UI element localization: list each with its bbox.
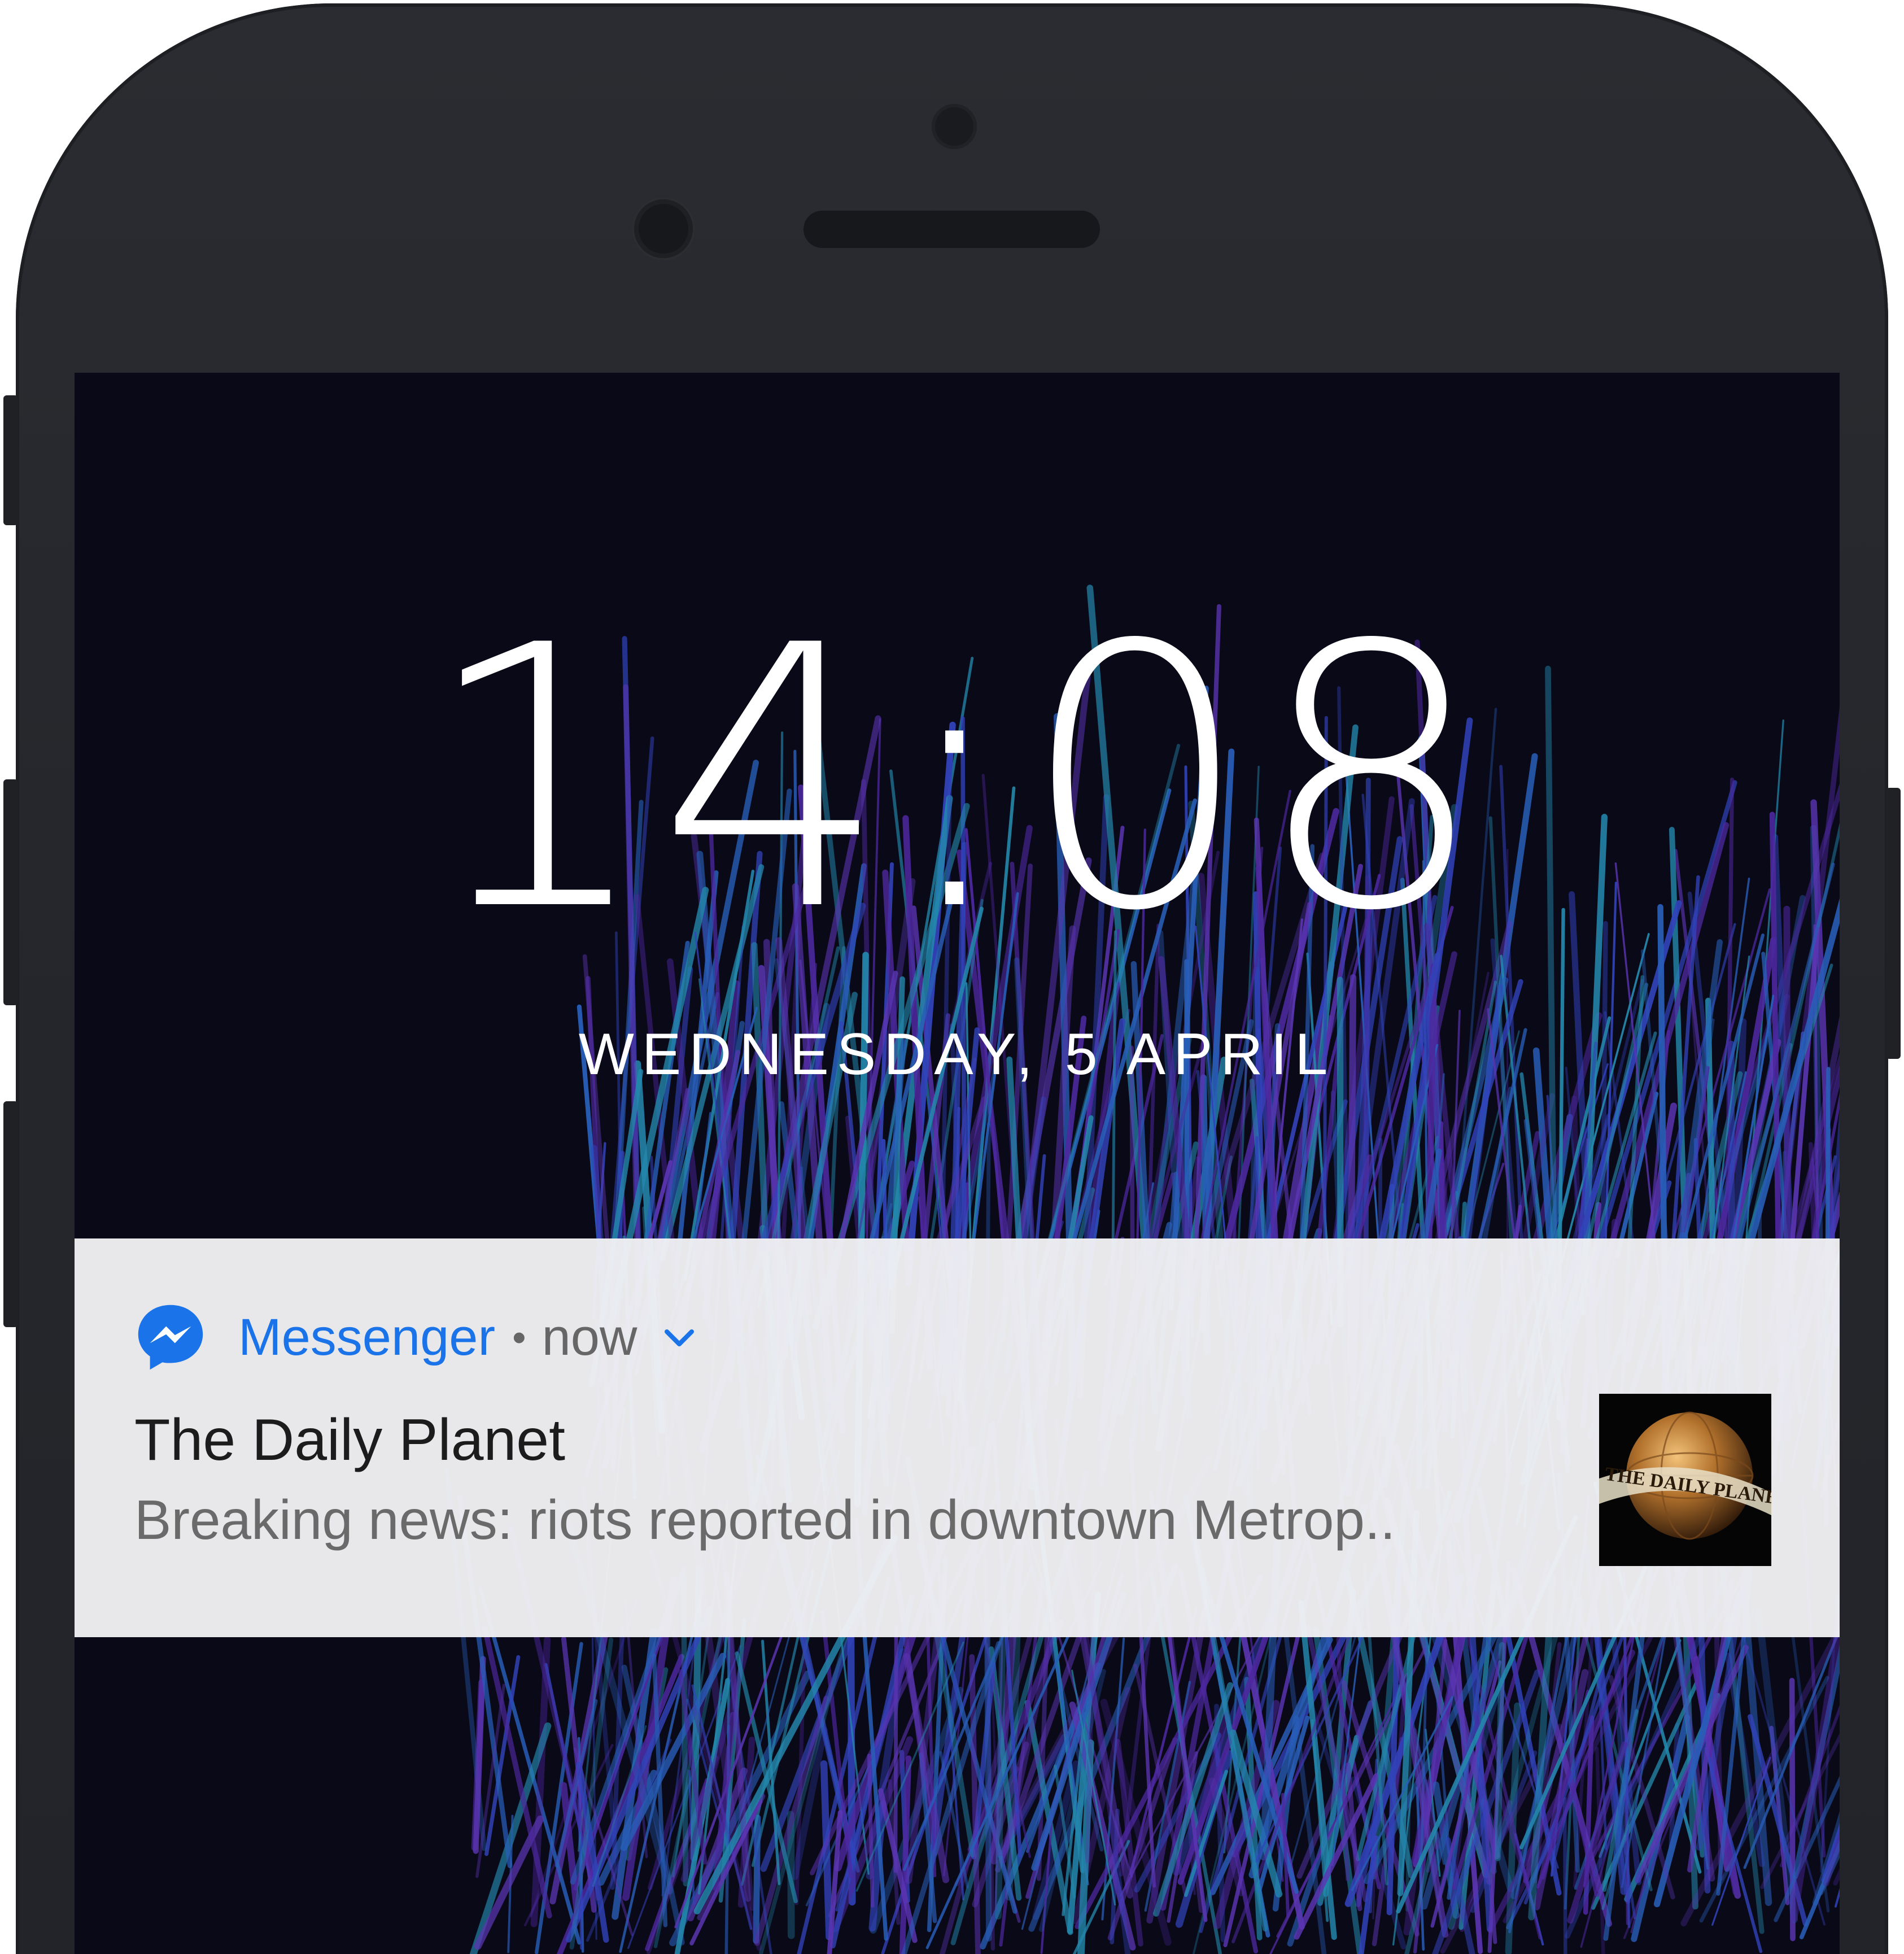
chevron-down-icon[interactable] [662, 1326, 696, 1349]
messenger-notification[interactable]: Messenger • now The Daily Planet Breakin… [75, 1238, 1840, 1637]
front-camera [634, 199, 693, 258]
notification-thumbnail: THE DAILY PLANET [1599, 1394, 1771, 1566]
right-side-button [1886, 788, 1901, 1059]
left-side-button-top [3, 395, 18, 525]
left-side-button-bottom [3, 1101, 18, 1327]
front-sensor [932, 104, 977, 149]
device-mockup: 14:08 WEDNESDAY, 5 APRIL Messenger • now… [0, 0, 1904, 1954]
notification-title: The Daily Planet [134, 1407, 566, 1473]
daily-planet-logo: THE DAILY PLANET [1599, 1394, 1771, 1566]
notification-body: Breaking news: riots reported in downtow… [134, 1490, 1396, 1551]
earpiece-speaker [803, 211, 1100, 248]
notification-header: Messenger • now [134, 1298, 696, 1377]
lock-screen[interactable]: 14:08 WEDNESDAY, 5 APRIL Messenger • now… [75, 373, 1840, 1954]
notification-app-name: Messenger [238, 1308, 496, 1366]
left-side-button-middle [3, 779, 18, 1005]
lockscreen-date: WEDNESDAY, 5 APRIL [578, 1022, 1336, 1087]
notification-timestamp: now [541, 1308, 637, 1366]
messenger-icon [138, 1305, 203, 1370]
header-separator: • [512, 1315, 526, 1359]
lockscreen-clock: 14:08 [422, 569, 1492, 989]
